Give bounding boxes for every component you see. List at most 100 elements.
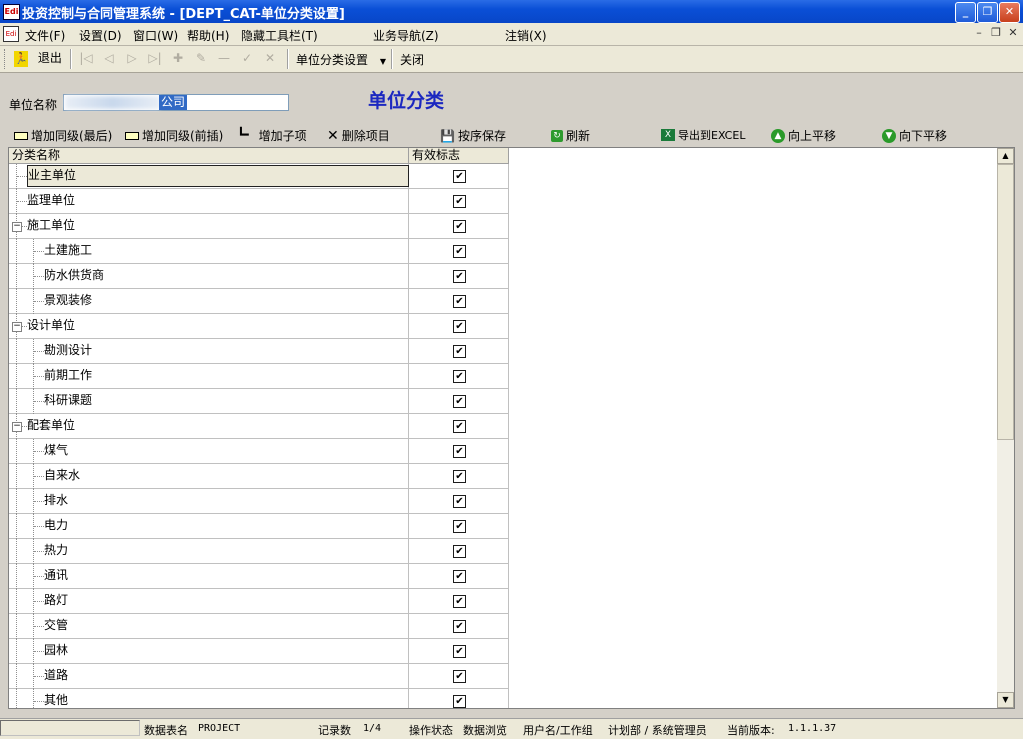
valid-flag-checkbox[interactable]: ✔	[453, 395, 466, 408]
scroll-up-button[interactable]: ▲	[997, 148, 1014, 164]
table-row[interactable]: 通讯 ✔	[9, 564, 509, 589]
module-dropdown[interactable]: 单位分类设置 ▼	[296, 51, 386, 68]
mdi-minimize-button[interactable]: –	[972, 26, 986, 40]
category-name-cell[interactable]: 道路	[9, 664, 409, 689]
valid-flag-checkbox[interactable]: ✔	[453, 695, 466, 708]
table-row[interactable]: 土建施工 ✔	[9, 239, 509, 264]
menu-logout[interactable]: 注销(X)	[505, 27, 547, 44]
valid-flag-checkbox[interactable]: ✔	[453, 595, 466, 608]
minimize-button[interactable]: _	[955, 2, 976, 23]
table-row[interactable]: 监理单位 ✔	[9, 189, 509, 214]
category-name-cell[interactable]: 勘测设计	[9, 339, 409, 364]
move-down-button[interactable]: ▼ 向下平移	[882, 127, 947, 144]
category-name-cell[interactable]: 路灯	[9, 589, 409, 614]
add-sibling-insert-button[interactable]: 增加同级(前插)	[125, 127, 223, 144]
column-header-valid[interactable]: 有效标志	[409, 148, 509, 163]
table-row[interactable]: 自来水 ✔	[9, 464, 509, 489]
valid-flag-checkbox[interactable]: ✔	[453, 370, 466, 383]
category-name-cell[interactable]: 电力	[9, 514, 409, 539]
table-row[interactable]: − 设计单位 ✔	[9, 314, 509, 339]
category-name-cell[interactable]: 土建施工	[9, 239, 409, 264]
category-name-cell[interactable]: − 施工单位	[9, 214, 409, 239]
valid-flag-checkbox[interactable]: ✔	[453, 645, 466, 658]
valid-flag-checkbox[interactable]: ✔	[453, 445, 466, 458]
table-row[interactable]: 电力 ✔	[9, 514, 509, 539]
delete-item-button[interactable]: ✕ 删除项目	[327, 127, 390, 144]
close-window-button[interactable]: ✕	[999, 2, 1020, 23]
menu-settings[interactable]: 设置(D)	[79, 27, 122, 44]
menu-window[interactable]: 窗口(W)	[133, 27, 178, 44]
valid-flag-checkbox[interactable]: ✔	[453, 570, 466, 583]
category-name-cell[interactable]: − 设计单位	[9, 314, 409, 339]
table-row[interactable]: 园林 ✔	[9, 639, 509, 664]
last-record-icon[interactable]: ▷|	[147, 50, 163, 66]
collapse-toggle-icon[interactable]: −	[12, 422, 22, 432]
confirm-icon[interactable]: ✓	[239, 50, 255, 66]
category-name-cell[interactable]: 园林	[9, 639, 409, 664]
valid-flag-checkbox[interactable]: ✔	[453, 545, 466, 558]
valid-flag-checkbox[interactable]: ✔	[453, 245, 466, 258]
table-row[interactable]: 景观装修 ✔	[9, 289, 509, 314]
valid-flag-checkbox[interactable]: ✔	[453, 520, 466, 533]
exit-button[interactable]: 🏃 退出	[14, 49, 62, 67]
mdi-close-button[interactable]: ✕	[1006, 26, 1020, 40]
category-name-cell[interactable]: 景观装修	[9, 289, 409, 314]
save-order-button[interactable]: 💾 按序保存	[440, 127, 506, 144]
toolbar-grip[interactable]	[4, 49, 8, 69]
cancel-icon[interactable]: ✕	[262, 50, 278, 66]
table-row[interactable]: 科研课题 ✔	[9, 389, 509, 414]
restore-button[interactable]: ❐	[977, 2, 998, 23]
category-name-cell[interactable]: 监理单位	[9, 189, 409, 214]
category-name-cell[interactable]: 热力	[9, 539, 409, 564]
table-row[interactable]: 勘测设计 ✔	[9, 339, 509, 364]
add-child-button[interactable]: ┗╸ 增加子项	[237, 127, 307, 144]
add-record-icon[interactable]: ✚	[170, 50, 186, 66]
valid-flag-checkbox[interactable]: ✔	[453, 320, 466, 333]
table-row[interactable]: 其他 ✔	[9, 689, 509, 708]
menu-help[interactable]: 帮助(H)	[187, 27, 229, 44]
first-record-icon[interactable]: |◁	[78, 50, 94, 66]
table-row[interactable]: 交管 ✔	[9, 614, 509, 639]
table-row[interactable]: 路灯 ✔	[9, 589, 509, 614]
table-row[interactable]: 道路 ✔	[9, 664, 509, 689]
scrollbar-thumb[interactable]	[997, 164, 1014, 440]
table-row[interactable]: 热力 ✔	[9, 539, 509, 564]
menu-business-nav[interactable]: 业务导航(Z)	[373, 27, 439, 44]
mdi-restore-button[interactable]: ❐	[989, 26, 1003, 40]
category-name-cell[interactable]: − 配套单位	[9, 414, 409, 439]
next-record-icon[interactable]: ▷	[124, 50, 140, 66]
category-name-cell[interactable]: 业主单位	[9, 164, 409, 189]
valid-flag-checkbox[interactable]: ✔	[453, 470, 466, 483]
table-row[interactable]: 业主单位 ✔	[9, 164, 509, 189]
category-name-cell[interactable]: 防水供货商	[9, 264, 409, 289]
column-header-name[interactable]: 分类名称	[9, 148, 409, 163]
close-module-button[interactable]: 关闭	[400, 51, 424, 68]
category-name-cell[interactable]: 排水	[9, 489, 409, 514]
category-name-cell[interactable]: 交管	[9, 614, 409, 639]
collapse-toggle-icon[interactable]: −	[12, 322, 22, 332]
table-row[interactable]: − 施工单位 ✔	[9, 214, 509, 239]
valid-flag-checkbox[interactable]: ✔	[453, 345, 466, 358]
vertical-scrollbar[interactable]: ▲ ▼	[997, 148, 1014, 708]
table-row[interactable]: 煤气 ✔	[9, 439, 509, 464]
move-up-button[interactable]: ▲ 向上平移	[771, 127, 836, 144]
scroll-down-button[interactable]: ▼	[997, 692, 1014, 708]
valid-flag-checkbox[interactable]: ✔	[453, 495, 466, 508]
document-icon[interactable]: Edi	[3, 26, 19, 42]
valid-flag-checkbox[interactable]: ✔	[453, 195, 466, 208]
valid-flag-checkbox[interactable]: ✔	[453, 295, 466, 308]
refresh-button[interactable]: ↻ 刷新	[551, 127, 590, 144]
valid-flag-checkbox[interactable]: ✔	[453, 620, 466, 633]
category-name-cell[interactable]: 通讯	[9, 564, 409, 589]
table-row[interactable]: 防水供货商 ✔	[9, 264, 509, 289]
valid-flag-checkbox[interactable]: ✔	[453, 220, 466, 233]
table-row[interactable]: 排水 ✔	[9, 489, 509, 514]
valid-flag-checkbox[interactable]: ✔	[453, 670, 466, 683]
valid-flag-checkbox[interactable]: ✔	[453, 420, 466, 433]
valid-flag-checkbox[interactable]: ✔	[453, 170, 466, 183]
add-sibling-last-button[interactable]: 增加同级(最后)	[14, 127, 112, 144]
category-name-cell[interactable]: 前期工作	[9, 364, 409, 389]
edit-record-icon[interactable]: ✎	[193, 50, 209, 66]
collapse-toggle-icon[interactable]: −	[12, 222, 22, 232]
category-name-cell[interactable]: 其他	[9, 689, 409, 708]
